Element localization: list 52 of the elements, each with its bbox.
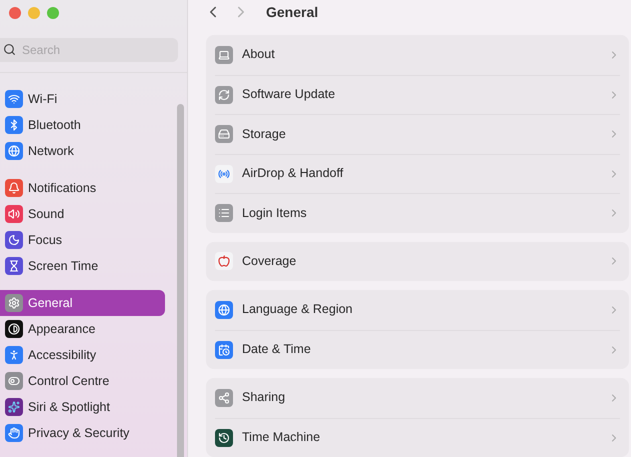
speaker-icon	[5, 205, 23, 223]
drive-icon	[215, 125, 233, 144]
moon-icon	[5, 231, 23, 249]
settings-row[interactable]: Time Machine	[215, 418, 620, 457]
settings-row[interactable]: Sharing	[215, 378, 620, 418]
sidebar-item[interactable]: Appearance	[0, 316, 165, 342]
settings-row[interactable]: Software Update	[215, 74, 620, 114]
bluetooth-icon	[5, 116, 23, 134]
search-icon	[3, 43, 16, 56]
calendar-clock-icon	[215, 340, 233, 359]
scrollbar[interactable]	[177, 104, 184, 457]
sidebar-item[interactable]: Wi-Fi	[0, 86, 165, 112]
sidebar-item[interactable]: Notifications	[0, 175, 165, 201]
gear-icon	[5, 294, 23, 312]
refresh-icon	[215, 86, 233, 104]
settings-row[interactable]: AirDrop & Handoff	[215, 154, 620, 193]
settings-row[interactable]: Storage	[215, 114, 620, 154]
settings-row[interactable]: Date & Time	[215, 330, 620, 369]
minimize-window-button[interactable]	[28, 6, 40, 18]
sidebar-item[interactable]: Bluetooth	[0, 112, 165, 138]
sidebar-item[interactable]: Network	[0, 138, 165, 164]
laptop-icon	[215, 46, 233, 64]
hand-icon	[5, 424, 23, 442]
sidebar-item[interactable]: Privacy & Security	[0, 420, 165, 446]
sparkles-icon	[5, 398, 23, 416]
list-icon	[215, 204, 233, 222]
sidebar-item[interactable]: General	[0, 290, 165, 316]
person-icon	[5, 346, 23, 364]
signal-icon	[215, 164, 233, 183]
settings-row[interactable]: Coverage	[215, 242, 620, 281]
sidebar-item[interactable]: Siri & Spotlight	[0, 394, 165, 420]
hourglass-icon	[5, 257, 23, 275]
sidebar-item[interactable]: Screen Time	[0, 253, 165, 279]
clock-icon	[215, 428, 233, 447]
sidebar-item[interactable]: Control Centre	[0, 368, 165, 394]
zoom-window-button[interactable]	[47, 6, 59, 18]
close-window-button[interactable]	[9, 6, 21, 18]
sidebar-item[interactable]: Accessibility	[0, 342, 165, 368]
share-icon	[215, 388, 233, 407]
sidebar-item[interactable]: Focus	[0, 227, 165, 253]
settings-row[interactable]: Language & Region	[215, 290, 620, 330]
contrast-icon	[5, 320, 23, 338]
apple-icon	[215, 252, 233, 270]
window-title: General	[266, 2, 318, 22]
sidebar-item[interactable]: Sound	[0, 201, 165, 227]
settings-row[interactable]: About	[215, 35, 620, 74]
globe-icon	[215, 300, 233, 319]
bell-icon	[5, 179, 23, 197]
toggle-icon	[5, 372, 23, 390]
wifi-icon	[5, 90, 23, 108]
settings-row[interactable]: Login Items	[215, 193, 620, 232]
globe-icon	[5, 142, 23, 160]
